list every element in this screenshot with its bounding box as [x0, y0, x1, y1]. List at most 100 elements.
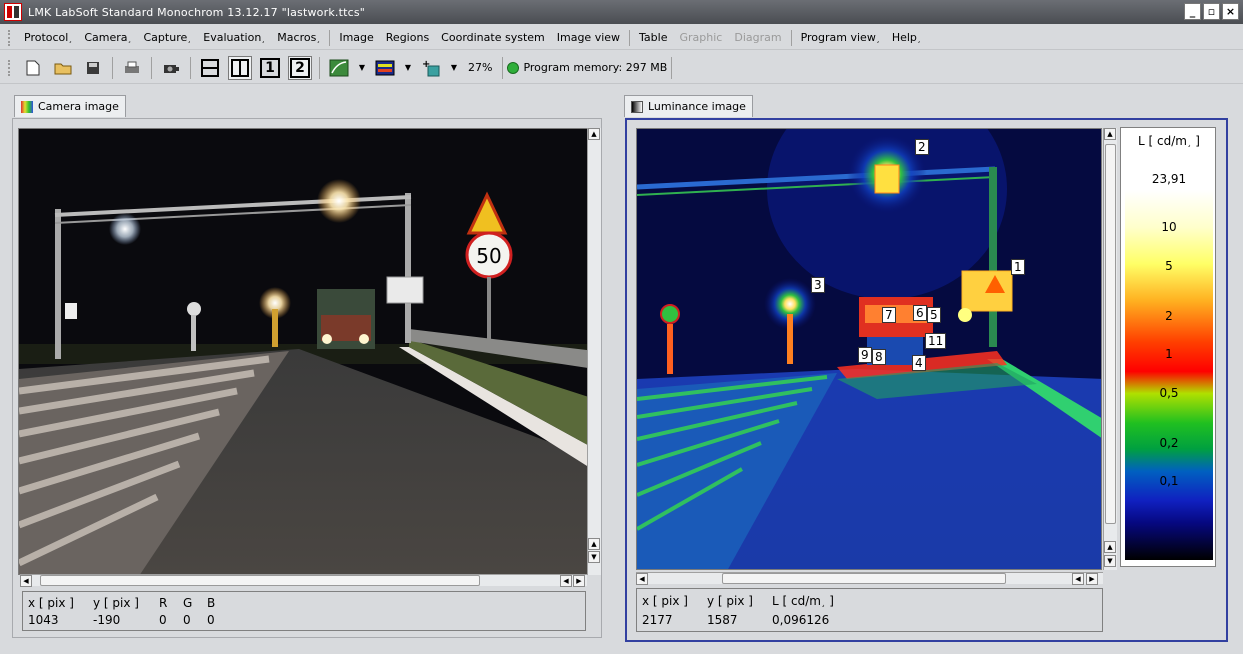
menu-regions[interactable]: Regions: [380, 31, 435, 44]
toolbar-grip[interactable]: [8, 59, 12, 76]
scroll-right-button[interactable]: ▶: [1086, 573, 1098, 585]
region-label[interactable]: 4: [912, 355, 926, 371]
info-g-header: G: [183, 596, 193, 610]
toolbar: 1 2 ▼ ▼ + ▼ 27% Program memory: 297 MB: [0, 52, 1243, 84]
scroll-down-button[interactable]: ▼: [588, 551, 600, 563]
view-two-button[interactable]: 2: [288, 55, 312, 80]
tab-luminance-image[interactable]: Luminance image: [624, 95, 753, 117]
print-icon[interactable]: [120, 56, 144, 80]
luminance-pixel-info: x [ pix ] y [ pix ] L [ cd/m¸ ] 2177 158…: [636, 588, 1103, 632]
region-label[interactable]: 7: [882, 307, 896, 323]
scroll-thumb[interactable]: [40, 575, 480, 586]
luminance-color-legend: L [ cd/m¸ ] 23,91 10 5 2 1 0,5 0,2 0,1: [1120, 127, 1216, 567]
camera-image-view[interactable]: 50: [18, 128, 594, 575]
scroll-left-button[interactable]: ◀: [20, 575, 32, 587]
menu-protocol[interactable]: Protocol¸: [18, 31, 78, 44]
scroll-down-button[interactable]: ▼: [1104, 555, 1116, 567]
camera-vertical-scrollbar[interactable]: ▲ ▲ ▼: [587, 128, 601, 575]
menu-separator: [329, 29, 331, 46]
scroll-thumb[interactable]: [722, 573, 1006, 584]
luminance-image-icon: [631, 100, 643, 113]
legend-colorbar: [1125, 190, 1213, 560]
scroll-left-button[interactable]: ◀: [1072, 573, 1084, 585]
save-icon[interactable]: [81, 56, 105, 80]
scroll-thumb[interactable]: [1105, 144, 1116, 524]
menu-image[interactable]: Image: [333, 31, 379, 44]
info-x-value: 1043: [28, 613, 59, 627]
submenu-indicator-icon: ¸: [875, 34, 880, 43]
region-add-icon[interactable]: +: [419, 56, 443, 80]
region-label[interactable]: 1: [1011, 259, 1025, 275]
dropdown-arrow-icon[interactable]: ▼: [403, 56, 413, 80]
camera-horizontal-scrollbar[interactable]: ◀ ◀ ▶: [20, 574, 587, 587]
scroll-right-button[interactable]: ▶: [573, 575, 585, 587]
menu-capture[interactable]: Capture¸: [138, 31, 198, 44]
region-label[interactable]: 9: [858, 347, 872, 363]
info-l-header: L [ cd/m¸ ]: [772, 594, 834, 608]
region-label[interactable]: 8: [872, 349, 886, 365]
scroll-left-button[interactable]: ◀: [636, 573, 648, 585]
menu-coordinate-system[interactable]: Coordinate system: [435, 31, 551, 44]
submenu-indicator-icon: ¸: [316, 34, 321, 43]
submenu-indicator-icon: ¸: [916, 34, 921, 43]
menu-help[interactable]: Help¸: [886, 31, 927, 44]
menu-table[interactable]: Table: [633, 31, 673, 44]
menu-program-view[interactable]: Program view¸: [795, 31, 886, 44]
region-label[interactable]: 2: [915, 139, 929, 155]
luminance-image-view[interactable]: 2 1 3 7 6 5 11 9 8 4: [636, 128, 1102, 570]
toolbar-separator: [502, 56, 504, 79]
submenu-indicator-icon: ¸: [127, 34, 132, 43]
dropdown-arrow-icon[interactable]: ▼: [449, 56, 459, 80]
info-r-value: 0: [159, 613, 167, 627]
log-scale-icon[interactable]: [327, 56, 351, 80]
region-label[interactable]: 6: [913, 305, 927, 321]
info-l-unit: L [ cd/m: [772, 594, 821, 608]
minimize-button[interactable]: _: [1184, 3, 1201, 20]
scroll-left-button[interactable]: ◀: [560, 575, 572, 587]
camera-scene: 50: [19, 129, 593, 574]
submenu-indicator-icon: ¸: [261, 34, 266, 43]
window-title: LMK LabSoft Standard Monochrom 13.12.17 …: [28, 5, 366, 19]
legend-title-text: L [ cd/m: [1138, 134, 1187, 148]
legend-tick: 0,5: [1159, 386, 1179, 400]
region-label[interactable]: 5: [927, 307, 941, 323]
menu-camera[interactable]: Camera¸: [78, 31, 137, 44]
close-button[interactable]: ×: [1222, 3, 1239, 20]
open-folder-icon[interactable]: [51, 56, 75, 80]
luminance-horizontal-scrollbar[interactable]: ◀ ◀ ▶: [636, 572, 1103, 585]
menu-diagram: Diagram: [734, 31, 782, 44]
info-r-header: R: [159, 596, 168, 610]
tab-camera-image[interactable]: Camera image: [14, 95, 126, 117]
dropdown-arrow-icon[interactable]: ▼: [357, 56, 367, 80]
scroll-up-button[interactable]: ▲: [1104, 541, 1116, 553]
region-label[interactable]: 3: [811, 277, 825, 293]
color-palette-icon[interactable]: [373, 56, 397, 80]
menu-image-view[interactable]: Image view: [551, 31, 626, 44]
scroll-up-button[interactable]: ▲: [1104, 128, 1116, 140]
restore-button[interactable]: ▫: [1203, 3, 1220, 20]
legend-tick: 2: [1165, 309, 1173, 323]
split-vertical-icon[interactable]: [228, 55, 252, 80]
title-bar: LMK LabSoft Standard Monochrom 13.12.17 …: [0, 0, 1243, 24]
luminance-vertical-scrollbar[interactable]: ▲ ▲ ▼: [1103, 128, 1117, 570]
menu-grip[interactable]: [8, 29, 12, 46]
info-y-header: y [ pix ]: [93, 596, 139, 610]
menu-graphic: Graphic: [679, 31, 723, 44]
camera-icon[interactable]: [159, 56, 183, 80]
view-one-button[interactable]: 1: [258, 56, 282, 80]
region-label[interactable]: 11: [925, 333, 947, 349]
legend-tick: 0,1: [1159, 474, 1179, 488]
view-two-label: 2: [290, 57, 310, 78]
menu-evaluation[interactable]: Evaluation¸: [197, 31, 271, 44]
legend-title: L [ cd/m¸ ]: [1138, 134, 1200, 148]
scroll-up-button[interactable]: ▲: [588, 538, 600, 550]
split-horizontal-icon[interactable]: [198, 56, 222, 80]
menu-macros[interactable]: Macros¸: [271, 31, 326, 44]
menu-separator: [629, 29, 631, 46]
scroll-up-button[interactable]: ▲: [588, 128, 600, 140]
info-y-value: 1587: [707, 613, 738, 627]
legend-max: 23,91: [1151, 172, 1187, 186]
app-logo-icon: [4, 3, 22, 21]
new-file-icon[interactable]: [21, 56, 45, 80]
legend-tick: 5: [1165, 259, 1173, 273]
